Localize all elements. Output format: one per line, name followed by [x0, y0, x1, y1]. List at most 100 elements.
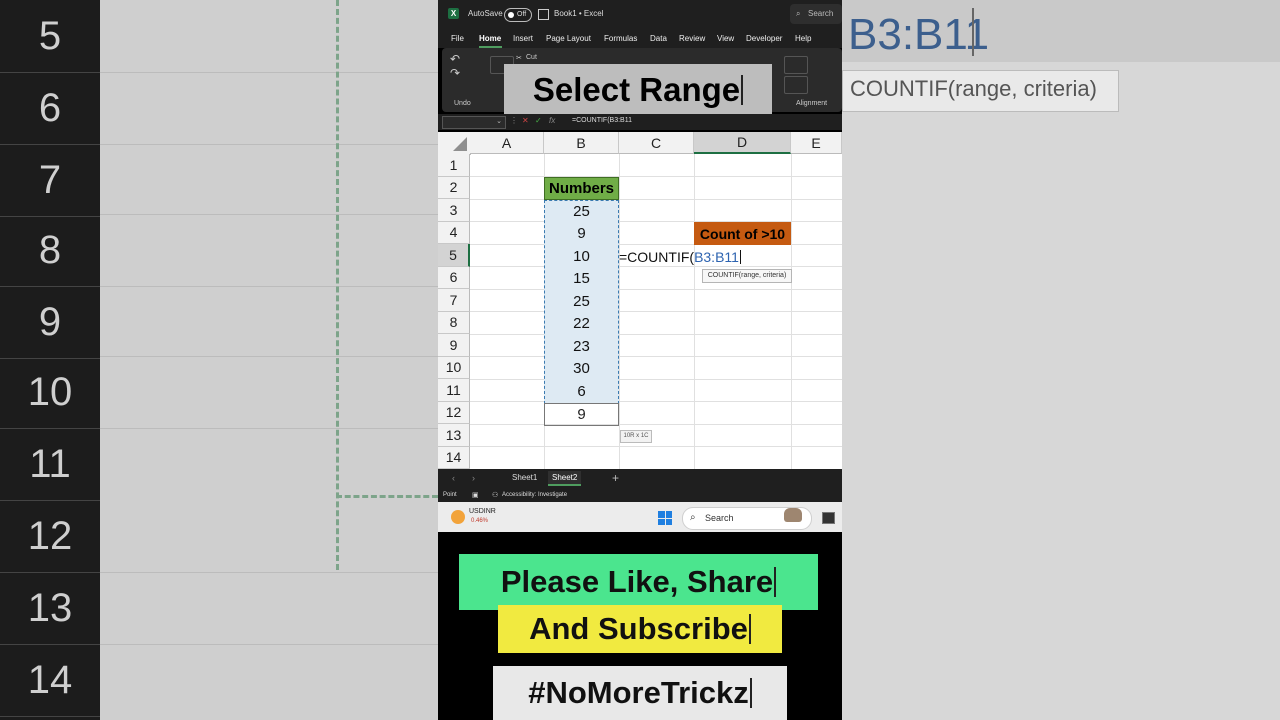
- numbers-header-cell[interactable]: Numbers: [544, 177, 619, 200]
- autosave-toggle[interactable]: Off: [504, 8, 532, 22]
- tab-page-layout[interactable]: Page Layout: [546, 34, 591, 43]
- tab-data[interactable]: Data: [650, 34, 667, 43]
- row-header[interactable]: 11: [438, 379, 470, 402]
- gridline: [470, 199, 842, 200]
- active-cell-formula[interactable]: =COUNTIF(B3:B11: [619, 246, 741, 268]
- background-row-number: 5: [0, 0, 100, 73]
- sheet-next-icon[interactable]: ›: [472, 473, 475, 483]
- row-header[interactable]: 14: [438, 446, 470, 469]
- wrap-icon[interactable]: [784, 76, 808, 94]
- number-cell[interactable]: 30: [544, 358, 619, 380]
- row-header[interactable]: 10: [438, 356, 470, 379]
- gridline: [470, 176, 842, 177]
- column-header-b[interactable]: B: [544, 132, 619, 154]
- tab-home[interactable]: Home: [479, 34, 501, 43]
- accessibility-status[interactable]: Accessibility: Investigate: [502, 492, 567, 498]
- add-sheet-button[interactable]: +: [612, 471, 619, 485]
- spreadsheet-grid: A B C D E 1 2 3 4 5 6 7 8 9 10 11 12 13 …: [438, 132, 842, 469]
- background-row-number: 7: [0, 144, 100, 217]
- number-cell[interactable]: 23: [544, 335, 619, 357]
- number-cell[interactable]: 6: [544, 380, 619, 402]
- background-row-number: 13: [0, 572, 100, 645]
- row-header[interactable]: 4: [438, 221, 470, 244]
- count-label-cell[interactable]: Count of >10: [694, 222, 791, 245]
- menu-bar: File Home Insert Page Layout Formulas Da…: [438, 30, 842, 48]
- tab-developer[interactable]: Developer: [746, 34, 782, 43]
- more-icon: ⋮: [510, 116, 518, 125]
- row-header[interactable]: 13: [438, 424, 470, 447]
- windows-start-icon[interactable]: [658, 511, 672, 525]
- column-header-e[interactable]: E: [791, 132, 842, 154]
- number-cell[interactable]: 9: [544, 223, 619, 245]
- background-gridline: [100, 356, 438, 357]
- undo-group-label: Undo: [454, 100, 471, 107]
- tab-insert[interactable]: Insert: [513, 34, 533, 43]
- function-tooltip[interactable]: COUNTIF(range, criteria): [702, 269, 792, 283]
- number-cell[interactable]: 25: [544, 200, 619, 222]
- row-header[interactable]: 5: [438, 244, 470, 267]
- sheet-tab-sheet1[interactable]: Sheet1: [512, 473, 537, 482]
- number-cell[interactable]: 22: [544, 313, 619, 335]
- taskbar-search-label: Search: [705, 513, 734, 523]
- row-header[interactable]: 6: [438, 266, 470, 289]
- cut-label: Cut: [526, 54, 537, 61]
- row-header[interactable]: 1: [438, 154, 470, 177]
- formula-range-ref: B3:B11: [694, 249, 739, 265]
- row-header[interactable]: 3: [438, 199, 470, 222]
- select-all-corner[interactable]: [438, 132, 471, 155]
- number-cell[interactable]: 15: [544, 268, 619, 290]
- number-cell-row12[interactable]: 9: [544, 403, 619, 426]
- chevron-down-icon[interactable]: ⌄: [496, 117, 502, 125]
- gridline: [619, 154, 620, 469]
- tab-help[interactable]: Help: [795, 34, 811, 43]
- title-search-box[interactable]: ⌕ Search: [790, 4, 842, 24]
- row-header[interactable]: 2: [438, 176, 470, 199]
- background-row-number: 9: [0, 286, 100, 359]
- macro-icon[interactable]: ▣: [472, 491, 479, 499]
- function-icon[interactable]: fx: [549, 116, 555, 125]
- row-header[interactable]: 7: [438, 289, 470, 312]
- background-row-number: 11: [0, 428, 100, 501]
- cancel-icon[interactable]: ✕: [522, 116, 529, 125]
- background-left: 5 6 7 8 9 10 11 12 13 14: [0, 0, 438, 720]
- tab-view[interactable]: View: [717, 34, 734, 43]
- gridline: [470, 424, 842, 425]
- tab-review[interactable]: Review: [679, 34, 705, 43]
- text-cursor: [749, 678, 752, 708]
- formula-input[interactable]: =COUNTIF(B3:B11: [572, 117, 632, 124]
- number-cell[interactable]: 25: [544, 290, 619, 312]
- overlay-title-text: Select Range: [532, 71, 741, 108]
- ticker-icon[interactable]: [451, 510, 465, 524]
- redo-icon[interactable]: ↷: [450, 66, 460, 80]
- background-row-number: 8: [0, 214, 100, 287]
- column-header-a[interactable]: A: [470, 132, 544, 154]
- row-header[interactable]: 8: [438, 311, 470, 334]
- tab-file[interactable]: File: [451, 34, 464, 43]
- column-header-c[interactable]: C: [619, 132, 694, 154]
- cta-like-share-text: Please Like, Share: [500, 564, 774, 599]
- autosave-label: AutoSave: [468, 9, 503, 18]
- ticker-name[interactable]: USDINR: [469, 508, 496, 515]
- background-row-number: 10: [0, 356, 100, 429]
- cta-hashtag: #NoMoreTrickz: [493, 666, 787, 720]
- enter-icon[interactable]: ✓: [535, 116, 542, 125]
- row-header[interactable]: 9: [438, 334, 470, 357]
- video-frame: X AutoSave Off Book1 • Excel ⌕ Search Fi…: [438, 0, 842, 720]
- align-icon[interactable]: [784, 56, 808, 74]
- column-header-d[interactable]: D: [694, 132, 791, 154]
- background-row-number: 12: [0, 500, 100, 573]
- sheet-tab-sheet2[interactable]: Sheet2: [548, 471, 582, 486]
- undo-icon[interactable]: ↶: [450, 52, 460, 66]
- cut-icon[interactable]: ✂: [516, 54, 522, 62]
- background-row-number: 14: [0, 644, 100, 717]
- cta-subscribe-text: And Subscribe: [529, 611, 748, 646]
- number-cell[interactable]: 10: [544, 245, 619, 267]
- tab-formulas[interactable]: Formulas: [604, 34, 637, 43]
- sheet-prev-icon[interactable]: ‹: [452, 473, 455, 483]
- formula-prefix: =COUNTIF(: [619, 249, 695, 265]
- accessibility-icon[interactable]: ⚇: [492, 491, 498, 499]
- row-header[interactable]: 12: [438, 401, 470, 424]
- task-view-icon[interactable]: [822, 512, 835, 524]
- save-icon[interactable]: [538, 9, 549, 20]
- name-box[interactable]: ⌄: [442, 116, 506, 129]
